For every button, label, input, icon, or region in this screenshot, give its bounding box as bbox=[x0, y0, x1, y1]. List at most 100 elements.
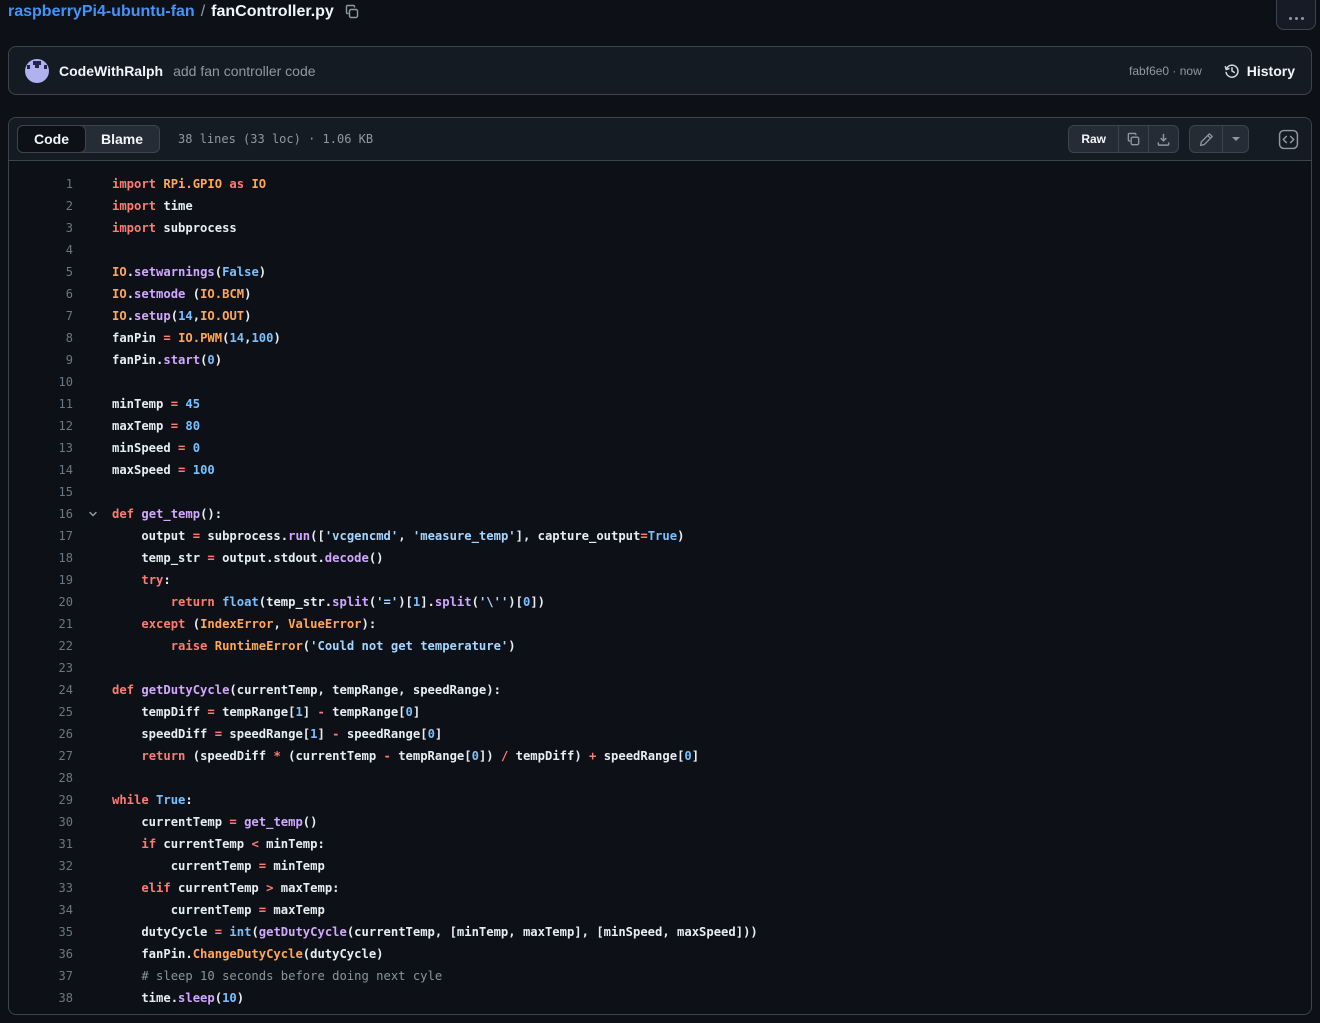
line-number[interactable]: 9 bbox=[9, 349, 73, 371]
line-number[interactable]: 10 bbox=[9, 371, 73, 393]
line-number[interactable]: 28 bbox=[9, 767, 73, 789]
code-line: 5 IO.setwarnings(False) bbox=[9, 261, 1311, 283]
line-number[interactable]: 19 bbox=[9, 569, 73, 591]
chevron-down-icon bbox=[87, 508, 99, 520]
line-number[interactable]: 25 bbox=[9, 701, 73, 723]
line-number[interactable]: 3 bbox=[9, 217, 73, 239]
line-number[interactable]: 36 bbox=[9, 943, 73, 965]
line-number[interactable]: 6 bbox=[9, 283, 73, 305]
code-text: IO.setup(14,IO.OUT) bbox=[112, 305, 1311, 327]
line-number[interactable]: 13 bbox=[9, 437, 73, 459]
fold-gutter bbox=[73, 393, 112, 415]
code-text: raise RuntimeError('Could not get temper… bbox=[112, 635, 1311, 657]
line-number[interactable]: 18 bbox=[9, 547, 73, 569]
line-number[interactable]: 37 bbox=[9, 965, 73, 987]
fold-gutter bbox=[73, 701, 112, 723]
fold-gutter bbox=[73, 283, 112, 305]
history-button[interactable]: History bbox=[1224, 63, 1295, 79]
code-line: 11minTemp = 45 bbox=[9, 393, 1311, 415]
code-line: 26 speedDiff = speedRange[1] - speedRang… bbox=[9, 723, 1311, 745]
line-number[interactable]: 20 bbox=[9, 591, 73, 613]
line-number[interactable]: 2 bbox=[9, 195, 73, 217]
code-text: temp_str = output.stdout.decode() bbox=[112, 547, 1311, 569]
line-number[interactable]: 33 bbox=[9, 877, 73, 899]
edit-button[interactable] bbox=[1189, 125, 1223, 153]
fold-gutter bbox=[73, 569, 112, 591]
code-text: minSpeed = 0 bbox=[112, 437, 1311, 459]
caret-down-icon bbox=[1231, 134, 1241, 144]
code-lines: 1import RPi.GPIO as IO2import time3impor… bbox=[9, 161, 1311, 1015]
page-actions-kebab-button[interactable] bbox=[1276, 0, 1316, 30]
code-line: 1import RPi.GPIO as IO bbox=[9, 173, 1311, 195]
copy-path-button[interactable] bbox=[344, 4, 360, 20]
line-number[interactable]: 8 bbox=[9, 327, 73, 349]
line-number[interactable]: 24 bbox=[9, 679, 73, 701]
fold-gutter bbox=[73, 855, 112, 877]
code-line: 34 currentTemp = maxTemp bbox=[9, 899, 1311, 921]
fold-gutter bbox=[73, 195, 112, 217]
tab-code[interactable]: Code bbox=[17, 125, 86, 153]
line-number[interactable]: 31 bbox=[9, 833, 73, 855]
code-line: 19 try: bbox=[9, 569, 1311, 591]
symbols-button[interactable] bbox=[1273, 125, 1303, 153]
fold-gutter bbox=[73, 459, 112, 481]
line-number[interactable]: 27 bbox=[9, 745, 73, 767]
commit-message-link[interactable]: add fan controller code bbox=[173, 63, 315, 79]
code-line: 33 elif currentTemp > maxTemp: bbox=[9, 877, 1311, 899]
code-text bbox=[112, 239, 1311, 261]
line-number[interactable]: 29 bbox=[9, 789, 73, 811]
fold-toggle[interactable] bbox=[73, 503, 112, 525]
line-number[interactable]: 14 bbox=[9, 459, 73, 481]
line-number[interactable]: 35 bbox=[9, 921, 73, 943]
copy-raw-button[interactable] bbox=[1119, 125, 1149, 153]
tab-blame[interactable]: Blame bbox=[85, 126, 159, 152]
fold-gutter bbox=[73, 217, 112, 239]
line-number[interactable]: 1 bbox=[9, 173, 73, 195]
code-text: IO.setmode (IO.BCM) bbox=[112, 283, 1311, 305]
code-text: except (IndexError, ValueError): bbox=[112, 613, 1311, 635]
line-number[interactable]: 26 bbox=[9, 723, 73, 745]
fold-gutter bbox=[73, 173, 112, 195]
commit-author-link[interactable]: CodeWithRalph bbox=[59, 63, 163, 79]
fold-gutter bbox=[73, 613, 112, 635]
code-text: return float(temp_str.split('=')[1].spli… bbox=[112, 591, 1311, 613]
line-number[interactable]: 5 bbox=[9, 261, 73, 283]
line-number[interactable]: 11 bbox=[9, 393, 73, 415]
line-number[interactable]: 21 bbox=[9, 613, 73, 635]
line-number[interactable]: 7 bbox=[9, 305, 73, 327]
avatar[interactable] bbox=[25, 59, 49, 83]
breadcrumb-repo-link[interactable]: raspberryPi4-ubuntu-fan bbox=[8, 3, 195, 21]
line-number[interactable]: 22 bbox=[9, 635, 73, 657]
fold-gutter bbox=[73, 305, 112, 327]
breadcrumb-file-name: fanController.py bbox=[211, 3, 334, 21]
code-line: 2import time bbox=[9, 195, 1311, 217]
code-text: currentTemp = get_temp() bbox=[112, 811, 1311, 833]
edit-dropdown-button[interactable] bbox=[1223, 125, 1249, 153]
code-blame-switch: Code Blame bbox=[17, 125, 160, 153]
line-number[interactable]: 4 bbox=[9, 239, 73, 261]
download-button[interactable] bbox=[1149, 125, 1179, 153]
line-number[interactable]: 30 bbox=[9, 811, 73, 833]
raw-button[interactable]: Raw bbox=[1068, 125, 1119, 153]
code-text: try: bbox=[112, 569, 1311, 591]
fold-gutter bbox=[73, 723, 112, 745]
raw-button-group: Raw bbox=[1068, 125, 1179, 153]
line-number[interactable]: 38 bbox=[9, 987, 73, 1009]
line-number[interactable]: 16 bbox=[9, 503, 73, 525]
fold-gutter bbox=[73, 789, 112, 811]
line-number[interactable]: 23 bbox=[9, 657, 73, 679]
latest-commit-bar: CodeWithRalph add fan controller code fa… bbox=[8, 46, 1312, 95]
fold-gutter bbox=[73, 833, 112, 855]
line-number[interactable]: 17 bbox=[9, 525, 73, 547]
line-number[interactable]: 15 bbox=[9, 481, 73, 503]
code-text: def get_temp(): bbox=[112, 503, 1311, 525]
code-line: 7 IO.setup(14,IO.OUT) bbox=[9, 305, 1311, 327]
code-text: IO.setwarnings(False) bbox=[112, 261, 1311, 283]
copy-icon bbox=[344, 4, 360, 20]
code-text: maxSpeed = 100 bbox=[112, 459, 1311, 481]
fold-gutter bbox=[73, 349, 112, 371]
line-number[interactable]: 12 bbox=[9, 415, 73, 437]
line-number[interactable]: 32 bbox=[9, 855, 73, 877]
code-line: 28 bbox=[9, 767, 1311, 789]
line-number[interactable]: 34 bbox=[9, 899, 73, 921]
